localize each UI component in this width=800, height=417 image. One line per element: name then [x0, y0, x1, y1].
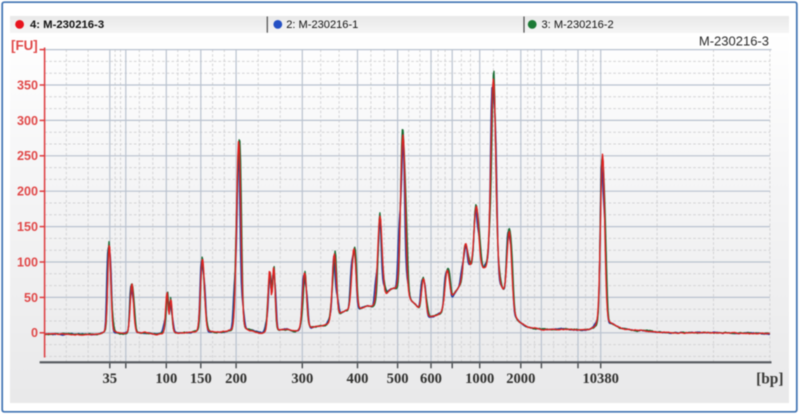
- svg-text:200: 200: [225, 371, 247, 387]
- svg-text:500: 500: [387, 371, 409, 387]
- svg-text:2: M-230216-1: 2: M-230216-1: [286, 19, 358, 31]
- svg-text:[FU]: [FU]: [11, 38, 38, 53]
- svg-text:1000: 1000: [465, 371, 494, 387]
- svg-text:200: 200: [17, 185, 38, 199]
- svg-text:100: 100: [155, 371, 177, 387]
- svg-text:35: 35: [103, 371, 118, 387]
- svg-text:2000: 2000: [506, 371, 535, 387]
- svg-text:100: 100: [17, 255, 38, 269]
- svg-text:150: 150: [190, 371, 212, 387]
- svg-text:3: M-230216-2: 3: M-230216-2: [542, 19, 614, 31]
- svg-text:300: 300: [17, 114, 38, 128]
- svg-text:150: 150: [17, 220, 38, 234]
- svg-text:[bp]: [bp]: [756, 371, 783, 388]
- svg-text:400: 400: [347, 371, 369, 387]
- svg-text:250: 250: [17, 149, 38, 163]
- svg-text:M-230216-3: M-230216-3: [699, 34, 769, 49]
- svg-text:0: 0: [31, 326, 38, 340]
- svg-text:600: 600: [420, 371, 442, 387]
- svg-text:4: M-230216-3: 4: M-230216-3: [30, 19, 104, 31]
- svg-text:50: 50: [24, 291, 38, 305]
- svg-text:350: 350: [17, 78, 38, 92]
- svg-text:300: 300: [291, 371, 313, 387]
- svg-text:10380: 10380: [582, 371, 618, 387]
